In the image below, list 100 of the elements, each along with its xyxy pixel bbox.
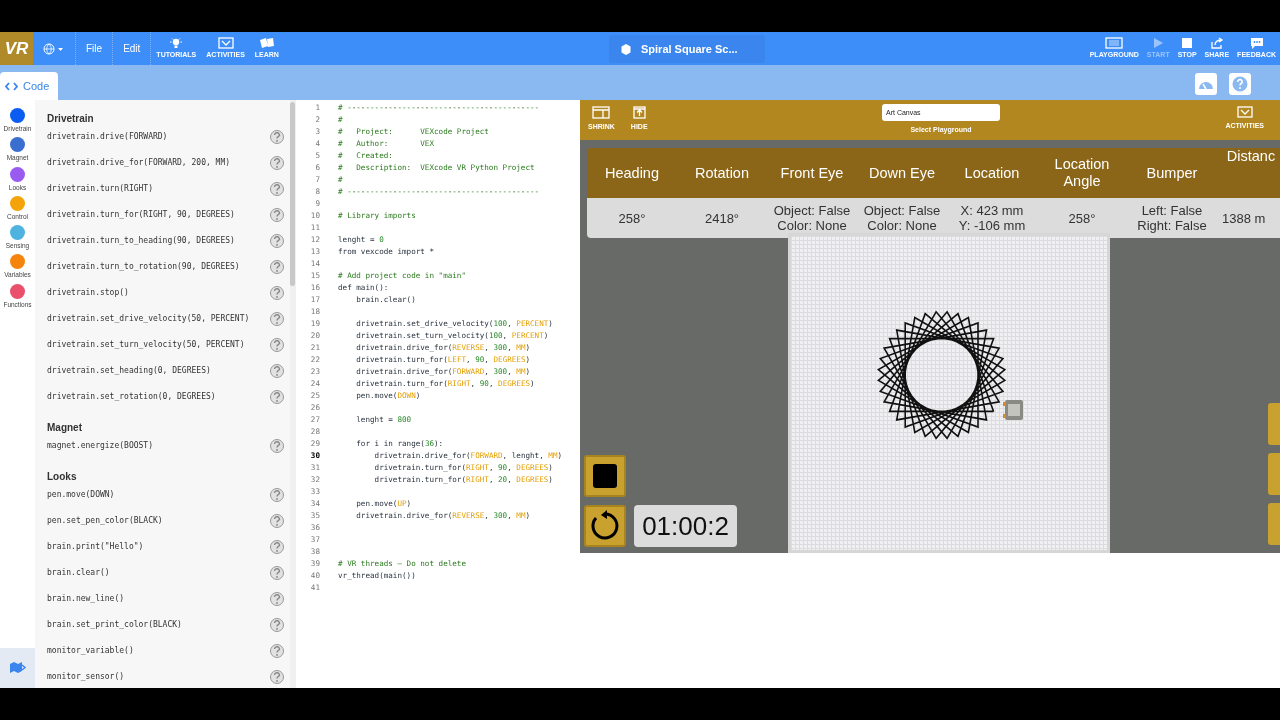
dashboard-button[interactable]: [1195, 73, 1217, 95]
code-block[interactable]: drivetrain.drive_for(FORWARD, 200, MM): [47, 157, 231, 169]
question-icon: [273, 392, 281, 402]
help-icon[interactable]: [270, 514, 284, 528]
code-block[interactable]: pen.set_pen_color(BLACK): [47, 515, 163, 527]
code-block[interactable]: drivetrain.stop(): [47, 287, 129, 299]
upload-icon: [632, 106, 646, 119]
hexagon-icon: [621, 43, 631, 55]
play-icon: [1152, 36, 1165, 49]
table-cell: 258°: [1068, 210, 1096, 226]
chat-icon: [1249, 36, 1264, 49]
robot-icon[interactable]: [1003, 400, 1023, 420]
column-header: Front Eye: [767, 148, 857, 198]
stop-icon: [1181, 36, 1194, 49]
window-icon: [592, 106, 611, 119]
help-icon[interactable]: [270, 260, 284, 274]
stop-button[interactable]: [584, 455, 626, 497]
question-icon: [273, 441, 281, 451]
playground-icon: [1105, 36, 1124, 49]
table-cell: 258°: [618, 210, 646, 226]
code-block[interactable]: pen.move(DOWN): [47, 489, 115, 501]
help-icon[interactable]: [270, 566, 284, 580]
code-block[interactable]: magnet.energize(BOOST): [47, 440, 153, 452]
question-icon: [273, 646, 281, 656]
table-cell: Object: False: [773, 203, 851, 218]
code-block[interactable]: monitor_variable(): [47, 645, 134, 657]
column-header: Heading: [587, 148, 677, 198]
table-cell: 1388 m: [1222, 210, 1266, 226]
help-icon[interactable]: [270, 488, 284, 502]
question-icon: [273, 568, 281, 578]
help-icon[interactable]: [270, 234, 284, 248]
help-icon[interactable]: [270, 130, 284, 144]
help-button[interactable]: [1229, 73, 1251, 95]
project-title[interactable]: Spiral Square Sc...: [609, 35, 765, 63]
help-icon[interactable]: [270, 592, 284, 606]
code-block[interactable]: brain.set_print_color(BLACK): [47, 619, 182, 631]
help-icon[interactable]: [270, 540, 284, 554]
app-logo: VR: [0, 32, 33, 65]
table-cell: Color: None: [777, 218, 847, 233]
scrollbar-thumb[interactable]: [290, 102, 295, 286]
help-icon[interactable]: [270, 156, 284, 170]
globe-icon: [43, 43, 65, 56]
section-heading: Magnet: [47, 421, 83, 433]
table-cell: Color: None: [867, 218, 937, 233]
help-icon[interactable]: [270, 208, 284, 222]
question-icon: [273, 132, 281, 142]
question-icon: [273, 314, 281, 324]
share-icon: [1209, 36, 1224, 49]
code-block[interactable]: drivetrain.turn_to_heading(90, DEGREES): [47, 235, 235, 247]
help-icon[interactable]: [270, 618, 284, 632]
checkbox-icon: [217, 36, 234, 49]
question-icon: [273, 542, 281, 552]
code-block[interactable]: brain.clear(): [47, 567, 110, 579]
code-tab[interactable]: Code: [0, 72, 58, 100]
table-cell: 2418°: [704, 210, 740, 226]
code-block[interactable]: drivetrain.turn_to_rotation(90, DEGREES): [47, 261, 240, 273]
help-icon[interactable]: [270, 439, 284, 453]
question-icon: [273, 184, 281, 194]
help-icon[interactable]: [270, 390, 284, 404]
column-header: Bumper: [1127, 148, 1217, 198]
reset-button[interactable]: [584, 505, 626, 547]
code-block[interactable]: drivetrain.turn_for(RIGHT, 90, DEGREES): [47, 209, 235, 221]
question-icon: [273, 210, 281, 220]
code-block[interactable]: drivetrain.set_drive_velocity(50, PERCENT): [47, 313, 250, 325]
section-heading: Drivetrain: [47, 112, 95, 124]
checkbox-icon: [1236, 106, 1253, 118]
question-icon: [273, 262, 281, 272]
column-header: Location Angle: [1037, 148, 1127, 198]
table-cell: Y: -106 mm: [958, 218, 1026, 233]
extension-button[interactable]: [0, 648, 35, 688]
help-icon[interactable]: [270, 182, 284, 196]
help-icon[interactable]: [270, 338, 284, 352]
question-icon: [273, 288, 281, 298]
code-block[interactable]: drivetrain.turn(RIGHT): [47, 183, 153, 195]
code-icon: [5, 81, 18, 91]
book-icon: [258, 36, 275, 49]
help-icon[interactable]: [270, 286, 284, 300]
code-block[interactable]: drivetrain.drive(FORWARD): [47, 131, 168, 143]
reset-icon: [589, 510, 621, 542]
code-block[interactable]: drivetrain.set_turn_velocity(50, PERCENT): [47, 339, 245, 351]
question-icon: [273, 236, 281, 246]
code-block[interactable]: brain.print("Hello"): [47, 541, 144, 553]
help-icon[interactable]: [270, 644, 284, 658]
question-icon: [273, 158, 281, 168]
help-icon[interactable]: [270, 670, 284, 684]
help-icon[interactable]: [270, 312, 284, 326]
help-icon: [1232, 76, 1248, 92]
help-icon[interactable]: [270, 364, 284, 378]
column-header: Location: [947, 148, 1037, 198]
code-block[interactable]: drivetrain.set_rotation(0, DEGREES): [47, 391, 216, 403]
question-icon: [273, 516, 281, 526]
question-icon: [273, 490, 281, 500]
code-block[interactable]: monitor_sensor(): [47, 671, 125, 683]
question-icon: [273, 366, 281, 376]
code-block[interactable]: brain.new_line(): [47, 593, 125, 605]
code-block[interactable]: drivetrain.set_heading(0, DEGREES): [47, 365, 211, 377]
table-cell: X: 423 mm: [960, 203, 1024, 218]
question-icon: [273, 340, 281, 350]
column-header: Distanc: [1217, 148, 1280, 198]
extension-icon: [8, 661, 27, 675]
